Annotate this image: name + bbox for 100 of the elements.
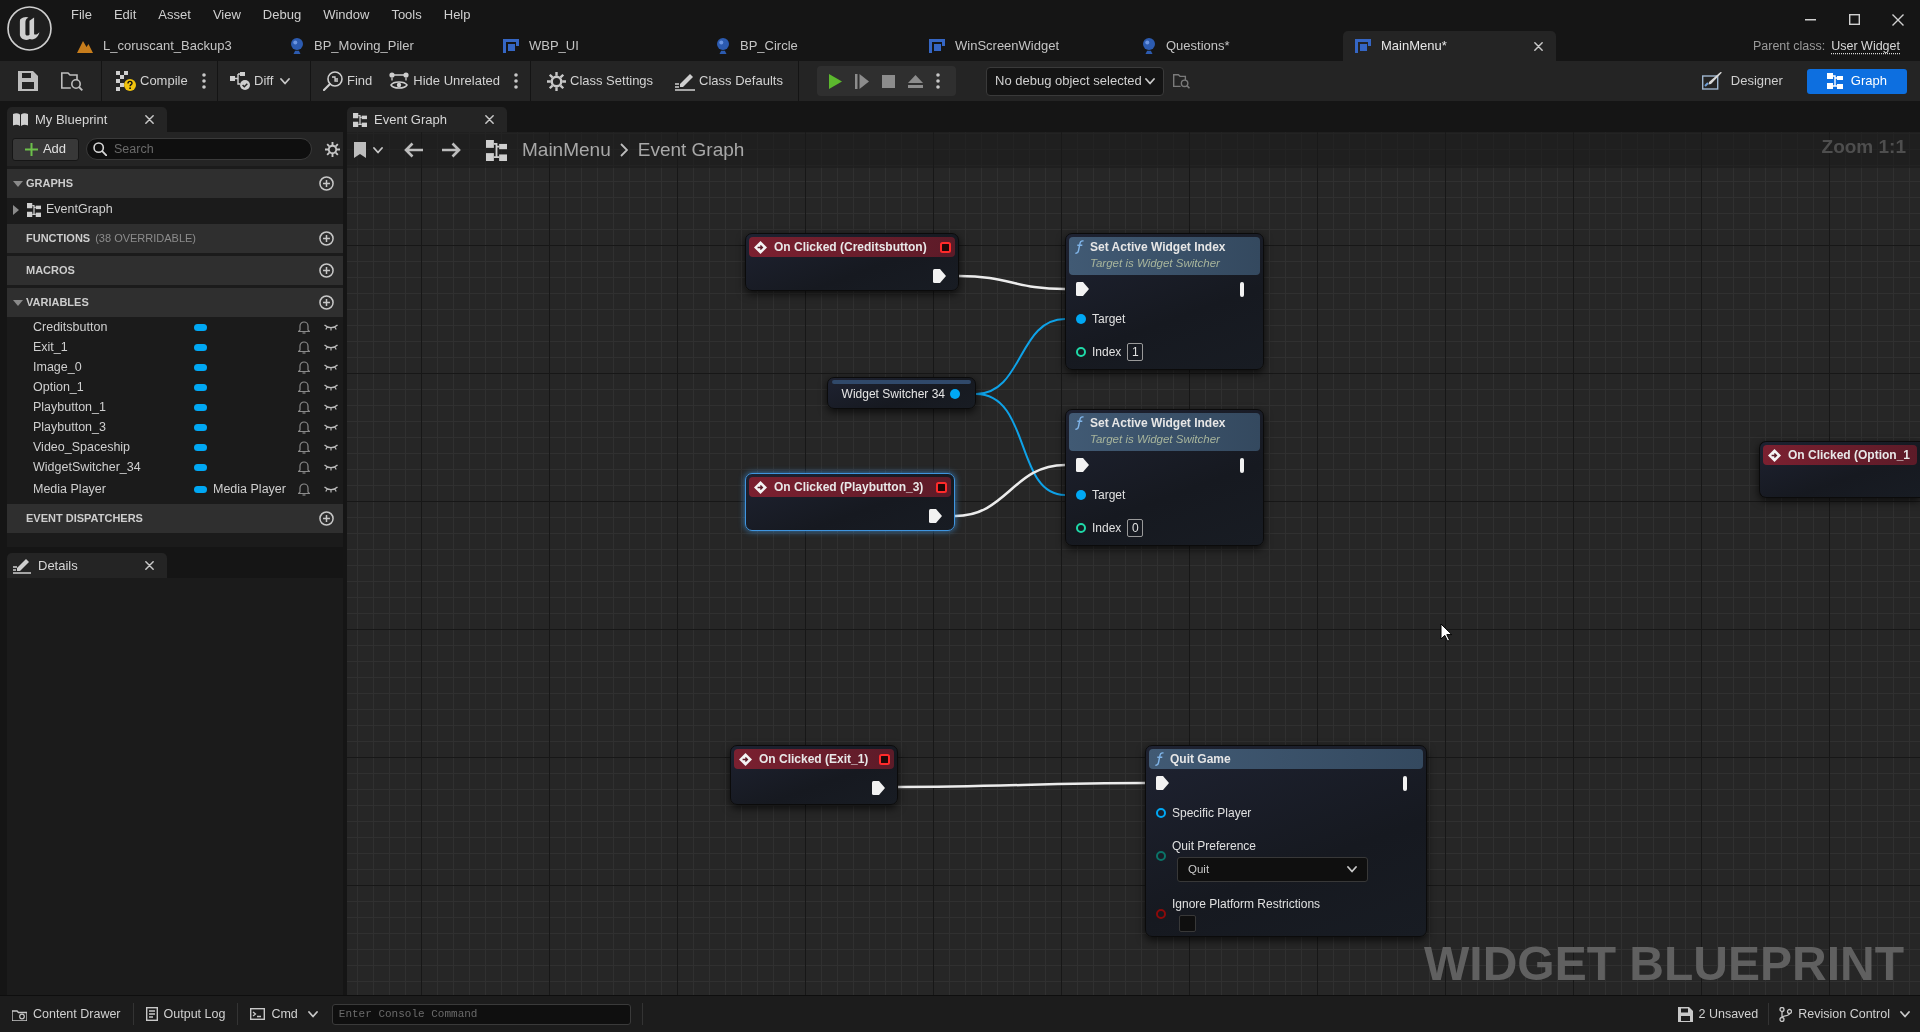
plus-circle-icon[interactable] <box>319 295 334 310</box>
bell-icon[interactable] <box>298 440 310 454</box>
search-field[interactable]: Search <box>86 138 312 160</box>
exec-pin-icon[interactable] <box>1156 776 1169 790</box>
more-icon[interactable] <box>514 73 518 89</box>
toolbar-button[interactable]: Find <box>319 66 377 96</box>
plus-circle-icon[interactable] <box>319 263 334 278</box>
pin-bar-icon[interactable] <box>1240 281 1244 297</box>
document-tab[interactable]: Questions* <box>1130 31 1343 61</box>
bell-icon[interactable] <box>298 380 310 394</box>
close-icon[interactable] <box>145 561 154 570</box>
document-tab[interactable]: WBP_UI <box>491 31 704 61</box>
folder-search-icon[interactable] <box>61 71 83 91</box>
eject-icon[interactable] <box>908 74 923 88</box>
pin-dot-icon[interactable] <box>1076 490 1086 500</box>
toolbar-button[interactable]: Compile <box>112 66 192 96</box>
panel-tab[interactable]: My Blueprint <box>7 107 167 132</box>
bell-icon[interactable] <box>298 460 310 474</box>
status-button[interactable]: Output Log <box>133 996 238 1032</box>
exec-pin-icon[interactable] <box>1076 282 1089 296</box>
closed-eye-icon[interactable] <box>324 463 338 471</box>
pin-dot-icon[interactable] <box>950 389 960 399</box>
bell-icon[interactable] <box>298 400 310 414</box>
pin-bar-icon[interactable] <box>1403 775 1407 791</box>
document-tab[interactable]: MainMenu* <box>1343 31 1556 61</box>
arrow-left-icon[interactable] <box>404 142 423 158</box>
checkbox[interactable] <box>1179 915 1196 932</box>
triangle-right-icon[interactable] <box>13 204 19 215</box>
save-icon[interactable] <box>18 71 38 91</box>
closed-eye-icon[interactable] <box>324 485 338 493</box>
plus-circle-icon[interactable] <box>319 231 334 246</box>
close-icon[interactable] <box>1534 41 1543 51</box>
number-field[interactable]: 1 <box>1127 343 1144 361</box>
exec-pin-icon[interactable] <box>1076 458 1089 472</box>
exec-pin-icon[interactable] <box>933 269 946 283</box>
variable-name[interactable]: Creditsbutton <box>33 317 194 337</box>
close-icon[interactable] <box>485 115 494 124</box>
toolbar-button[interactable]: Diff <box>226 66 295 96</box>
pin-ring-icon[interactable] <box>1076 523 1086 533</box>
play-icon[interactable] <box>829 73 842 89</box>
exec-pin-icon[interactable] <box>872 781 885 795</box>
menu-item[interactable]: Help <box>432 6 482 23</box>
menu-item[interactable]: View <box>201 6 252 23</box>
closed-eye-icon[interactable] <box>324 403 338 411</box>
square-pin-icon[interactable] <box>936 481 947 493</box>
closed-eye-icon[interactable] <box>324 383 338 391</box>
step-icon[interactable] <box>855 73 869 89</box>
more-icon[interactable] <box>936 73 940 89</box>
bell-icon[interactable] <box>298 320 310 334</box>
menu-item[interactable]: File <box>60 6 103 23</box>
bell-icon[interactable] <box>298 482 310 496</box>
closed-eye-icon[interactable] <box>324 323 338 331</box>
bookmark-icon[interactable] <box>354 142 366 158</box>
closed-eye-icon[interactable] <box>324 363 338 371</box>
status-button[interactable]: Content Drawer <box>0 996 133 1032</box>
mode-button[interactable]: Graph <box>1806 68 1907 94</box>
graph-name[interactable]: EventGraph <box>46 200 113 219</box>
pin-ring-icon[interactable] <box>1076 347 1086 357</box>
document-tab[interactable]: WinScreenWidget <box>917 31 1130 61</box>
variable-name[interactable]: Playbutton_1 <box>33 397 194 417</box>
menu-item[interactable]: Window <box>312 6 381 23</box>
square-pin-icon[interactable] <box>940 241 951 253</box>
mode-button[interactable]: Designer <box>1693 68 1791 94</box>
bell-icon[interactable] <box>298 340 310 354</box>
closed-eye-icon[interactable] <box>324 343 338 351</box>
variable-name[interactable]: Exit_1 <box>33 337 194 357</box>
toolbar-button[interactable]: Hide Unrelated <box>385 66 504 96</box>
pin-bar-icon[interactable] <box>1240 457 1244 473</box>
variable-name[interactable]: Media Player <box>33 479 194 499</box>
status-button[interactable]: Cmd <box>238 996 330 1032</box>
pin-ring-icon[interactable] <box>1156 808 1166 818</box>
bell-icon[interactable] <box>298 420 310 434</box>
status-button[interactable]: 2 Unsaved <box>1667 996 1769 1032</box>
menu-item[interactable]: Debug <box>251 6 313 23</box>
bell-icon[interactable] <box>298 360 310 374</box>
number-field[interactable]: 0 <box>1127 519 1144 537</box>
variable-name[interactable]: WidgetSwitcher_34 <box>33 457 194 477</box>
folder-search-icon[interactable] <box>1173 73 1190 89</box>
closed-eye-icon[interactable] <box>324 423 338 431</box>
document-tab[interactable]: L_coruscant_Backup3 <box>65 31 278 61</box>
panel-tab[interactable]: Details <box>7 553 167 578</box>
document-tab[interactable]: BP_Circle <box>704 31 917 61</box>
plus-circle-icon[interactable] <box>319 511 334 526</box>
menu-item[interactable]: Edit <box>102 6 148 23</box>
parent-class-link[interactable]: User Widget <box>1831 36 1900 56</box>
variable-name[interactable]: Video_Spaceship <box>33 437 194 457</box>
add-button[interactable]: Add <box>12 137 79 161</box>
caret-icon[interactable] <box>373 146 383 154</box>
toolbar-button[interactable]: Class Settings <box>543 66 658 96</box>
document-tab[interactable]: BP_Moving_Piler <box>278 31 491 61</box>
stop-icon[interactable] <box>882 74 895 88</box>
enum-dropdown[interactable]: Quit <box>1177 857 1368 882</box>
pin-dot-icon[interactable] <box>1076 314 1086 324</box>
debug-object-dropdown[interactable]: No debug object selected <box>986 66 1164 96</box>
closed-eye-icon[interactable] <box>324 443 338 451</box>
close-icon[interactable] <box>1892 13 1904 26</box>
plus-circle-icon[interactable] <box>319 176 334 191</box>
panel-tab[interactable]: Event Graph <box>347 107 507 132</box>
square-pin-icon[interactable] <box>879 753 890 765</box>
triangle-down-icon[interactable] <box>13 299 23 306</box>
